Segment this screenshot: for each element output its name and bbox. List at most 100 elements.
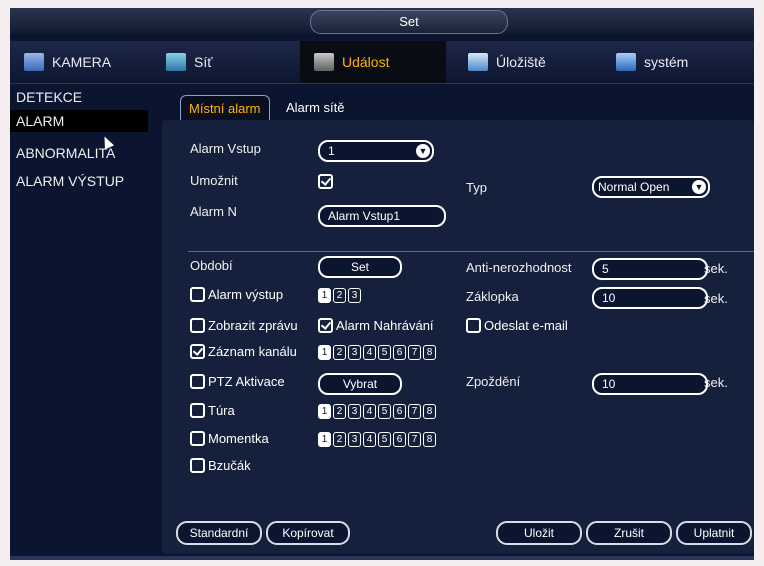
- alarm-output-channels: 123: [318, 287, 363, 305]
- channel-box[interactable]: 8: [423, 404, 436, 420]
- period-set-button[interactable]: Set: [318, 256, 402, 278]
- enable-checkbox[interactable]: [318, 174, 333, 189]
- channel-box[interactable]: 7: [408, 345, 421, 361]
- channel-box[interactable]: 4: [363, 345, 376, 361]
- channel-box[interactable]: 2: [333, 404, 346, 420]
- send-email-label: Odeslat e-mail: [484, 318, 568, 333]
- window-title: Set: [310, 10, 508, 34]
- channel-box[interactable]: 7: [408, 404, 421, 420]
- delay-unit: sek.: [704, 375, 728, 390]
- record-channel-row: Záznam kanálu: [190, 344, 297, 359]
- send-email-checkbox[interactable]: [466, 318, 481, 333]
- nav-tab-label: KAMERA: [52, 54, 112, 70]
- divider: [188, 251, 754, 252]
- network-icon: [166, 53, 186, 71]
- type-label: Typ: [466, 180, 487, 195]
- nav-tab-label: Síť: [194, 54, 213, 70]
- show-message-checkbox[interactable]: [190, 318, 205, 333]
- alarm-output-label: Alarm výstup: [208, 287, 284, 302]
- sidebar-item-alarm-vystup[interactable]: ALARM VÝSTUP: [10, 170, 148, 192]
- channel-box[interactable]: 4: [363, 404, 376, 420]
- tab-mistni-alarm[interactable]: Místní alarm: [180, 95, 270, 121]
- tour-checkbox[interactable]: [190, 403, 205, 418]
- snapshot-channels: 12345678: [318, 431, 438, 449]
- channel-box[interactable]: 3: [348, 288, 361, 304]
- send-email-row: Odeslat e-mail: [466, 318, 568, 333]
- sidebar-item-abnormalita[interactable]: ABNORMALITA: [10, 142, 148, 164]
- dvr-screen: Set KAMERA Síť Událost Úložiště systém D…: [10, 8, 754, 560]
- channel-box[interactable]: 5: [378, 432, 391, 448]
- record-channel-checkbox[interactable]: [190, 344, 205, 359]
- channel-box[interactable]: 2: [333, 432, 346, 448]
- type-value: Normal Open: [598, 180, 670, 194]
- buzzer-row: Bzučák: [190, 458, 251, 473]
- channel-box[interactable]: 3: [348, 404, 361, 420]
- alarm-record-label: Alarm Nahrávání: [336, 318, 434, 333]
- channel-box[interactable]: 1: [318, 432, 331, 448]
- nav-tab-uloziste[interactable]: Úložiště: [454, 41, 594, 83]
- buzzer-checkbox[interactable]: [190, 458, 205, 473]
- period-label: Období: [190, 258, 233, 273]
- ptz-checkbox[interactable]: [190, 374, 205, 389]
- nav-tab-udalost[interactable]: Událost: [300, 41, 446, 83]
- nav-tab-kamera[interactable]: KAMERA: [16, 41, 146, 83]
- chevron-down-icon: ▼: [416, 144, 430, 158]
- show-message-label: Zobrazit zprávu: [208, 318, 298, 333]
- sidebar-item-detekce[interactable]: DETEKCE: [10, 86, 148, 108]
- channel-box[interactable]: 1: [318, 345, 331, 361]
- alarm-name-input[interactable]: Alarm Vstup1: [318, 205, 446, 227]
- nav-tab-system[interactable]: systém: [604, 41, 744, 83]
- channel-box[interactable]: 6: [393, 432, 406, 448]
- channel-box[interactable]: 5: [378, 404, 391, 420]
- tour-row: Túra: [190, 403, 235, 418]
- copy-button[interactable]: Kopírovat: [266, 521, 350, 545]
- delay-input[interactable]: 10: [592, 373, 708, 395]
- channel-box[interactable]: 2: [333, 288, 346, 304]
- channel-box[interactable]: 6: [393, 404, 406, 420]
- default-button[interactable]: Standardní: [176, 521, 262, 545]
- anti-dither-input[interactable]: 5: [592, 258, 708, 280]
- chevron-down-icon: ▼: [692, 180, 706, 194]
- nav-tab-sit[interactable]: Síť: [156, 41, 296, 83]
- channel-box[interactable]: 8: [423, 345, 436, 361]
- channel-box[interactable]: 7: [408, 432, 421, 448]
- bottom-strip: [10, 556, 754, 560]
- nav-tab-label: systém: [644, 54, 689, 70]
- channel-box[interactable]: 4: [363, 432, 376, 448]
- alarm-input-select[interactable]: 1 ▼: [318, 140, 434, 162]
- ptz-row: PTZ Aktivace: [190, 374, 285, 389]
- channel-box[interactable]: 3: [348, 345, 361, 361]
- title-bar: Set: [10, 8, 754, 34]
- apply-button[interactable]: Uplatnit: [676, 521, 752, 545]
- ptz-label: PTZ Aktivace: [208, 374, 285, 389]
- channel-box[interactable]: 6: [393, 345, 406, 361]
- delay-label: Zpoždění: [466, 374, 521, 389]
- channel-box[interactable]: 8: [423, 432, 436, 448]
- cancel-button[interactable]: Zrušit: [586, 521, 672, 545]
- latch-unit: sek.: [704, 291, 728, 306]
- channel-box[interactable]: 5: [378, 345, 391, 361]
- channel-box[interactable]: 2: [333, 345, 346, 361]
- alarm-output-checkbox[interactable]: [190, 287, 205, 302]
- snapshot-checkbox[interactable]: [190, 431, 205, 446]
- alarm-name-label: Alarm N: [190, 204, 237, 219]
- anti-dither-unit: sek.: [704, 261, 728, 276]
- type-select[interactable]: Normal Open ▼: [592, 176, 710, 198]
- event-icon: [314, 53, 334, 71]
- save-button[interactable]: Uložit: [496, 521, 582, 545]
- record-channel-label: Záznam kanálu: [208, 344, 297, 359]
- enable-label: Umožnit: [190, 173, 238, 188]
- nav-tab-label: Úložiště: [496, 54, 546, 70]
- ptz-select-button[interactable]: Vybrat: [318, 373, 402, 395]
- tab-alarm-site[interactable]: Alarm sítě: [278, 95, 353, 121]
- latch-input[interactable]: 10: [592, 287, 708, 309]
- alarm-record-checkbox[interactable]: [318, 318, 333, 333]
- storage-icon: [468, 53, 488, 71]
- latch-label: Záklopka: [466, 289, 519, 304]
- main-nav: KAMERA Síť Událost Úložiště systém: [10, 41, 754, 84]
- sidebar-item-alarm[interactable]: ALARM: [10, 110, 148, 132]
- channel-box[interactable]: 1: [318, 404, 331, 420]
- snapshot-row: Momentka: [190, 431, 269, 446]
- channel-box[interactable]: 3: [348, 432, 361, 448]
- channel-box[interactable]: 1: [318, 288, 331, 304]
